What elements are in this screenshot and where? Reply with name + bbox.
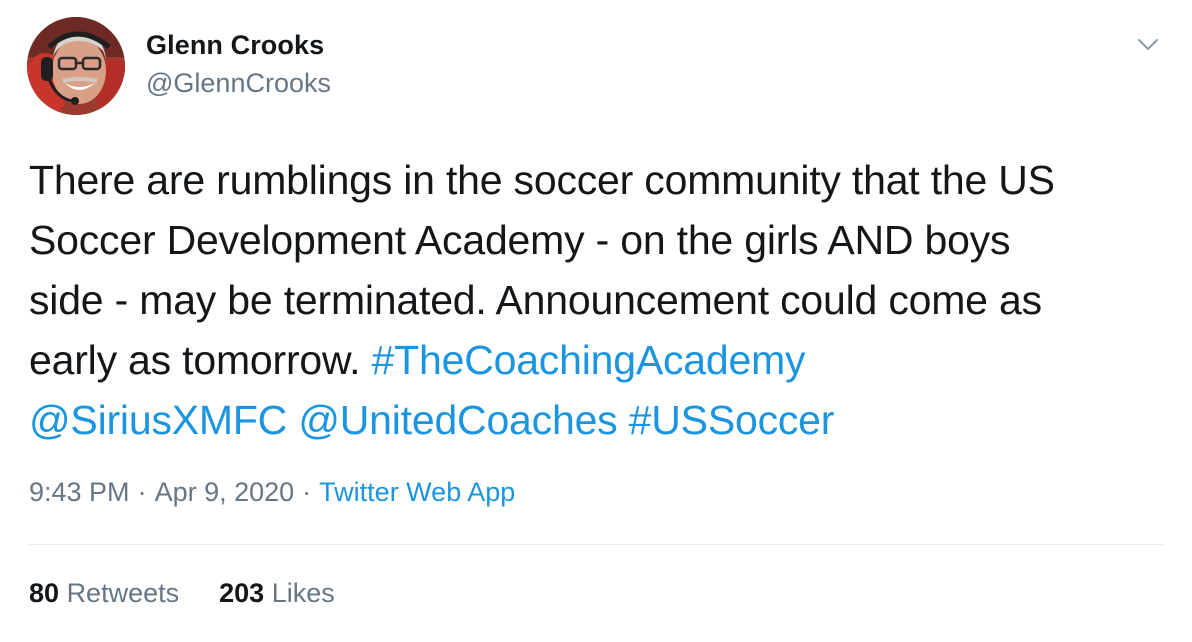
retweets-stat[interactable]: 80 Retweets — [29, 578, 179, 609]
tweet-time[interactable]: 9:43 PM — [29, 477, 130, 507]
tweet-text-line: side - may be terminated. Announcement c… — [29, 270, 1169, 330]
more-options-button[interactable] — [1133, 30, 1163, 60]
tweet-text-line: There are rumblings in the soccer commun… — [29, 150, 1169, 210]
tweet-text-segment — [287, 397, 298, 443]
tweet-text-line: @SiriusXMFC @UnitedCoaches #USSoccer — [29, 390, 1169, 450]
tweet-meta: 9:43 PM · Apr 9, 2020 · Twitter Web App — [29, 477, 515, 508]
hashtag-link[interactable]: #USSoccer — [629, 397, 835, 443]
meta-separator: · — [302, 477, 312, 507]
tweet-text-segment — [617, 397, 628, 443]
retweets-label: Retweets — [66, 578, 180, 608]
likes-count: 203 — [219, 578, 265, 608]
avatar[interactable] — [27, 17, 125, 115]
mention-link[interactable]: @UnitedCoaches — [298, 397, 617, 443]
tweet-text-segment: Soccer Development Academy - on the girl… — [29, 217, 1011, 263]
retweets-count: 80 — [29, 578, 60, 608]
author-name[interactable]: Glenn Crooks — [146, 30, 324, 61]
hashtag-link[interactable]: #TheCoachingAcademy — [372, 337, 806, 383]
tweet-text-segment: early as tomorrow. — [29, 337, 372, 383]
mention-link[interactable]: @SiriusXMFC — [29, 397, 287, 443]
tweet-stats: 80 Retweets 203 Likes — [29, 578, 335, 609]
likes-stat[interactable]: 203 Likes — [219, 578, 335, 609]
tweet-date[interactable]: Apr 9, 2020 — [155, 477, 295, 507]
tweet-card: Glenn Crooks @GlennCrooks There are rumb… — [0, 0, 1192, 642]
tweet-source-link[interactable]: Twitter Web App — [319, 477, 515, 507]
tweet-text: There are rumblings in the soccer commun… — [29, 150, 1169, 450]
divider — [29, 544, 1164, 545]
author-handle[interactable]: @GlennCrooks — [146, 68, 331, 99]
chevron-down-icon — [1138, 39, 1158, 50]
meta-separator: · — [137, 477, 147, 507]
tweet-text-line: early as tomorrow. #TheCoachingAcademy — [29, 330, 1169, 390]
avatar-image — [27, 17, 125, 115]
tweet-text-segment: There are rumblings in the soccer commun… — [29, 157, 1055, 203]
likes-label: Likes — [271, 578, 335, 608]
tweet-text-segment: side - may be terminated. Announcement c… — [29, 277, 1042, 323]
tweet-text-line: Soccer Development Academy - on the girl… — [29, 210, 1169, 270]
